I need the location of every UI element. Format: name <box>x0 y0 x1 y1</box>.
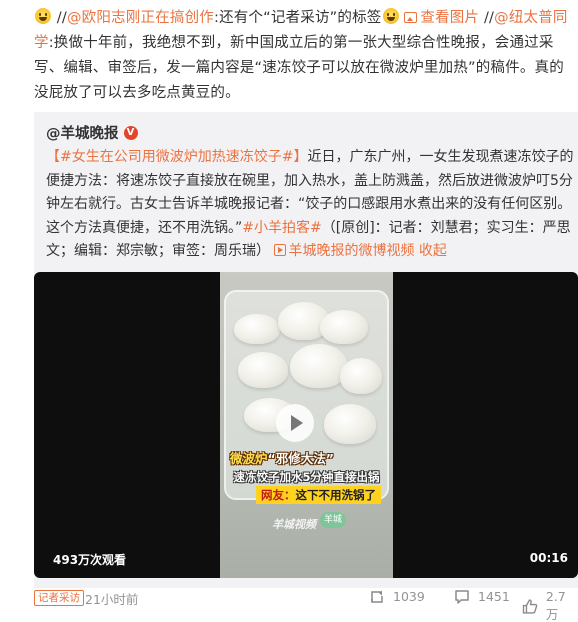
dumpling-shape <box>320 310 368 344</box>
post-time: 21小时前 <box>85 592 139 607</box>
dumpling-shape <box>290 344 348 388</box>
dumpling-shape <box>234 314 280 344</box>
verified-icon: V <box>123 125 138 140</box>
video-player[interactable]: 微波炉“邪修大法” 速冻饺子加水5分钟直接出锅 网友：这下不用洗锅了 羊城视频 … <box>34 272 578 578</box>
hashtag-microwave-dumplings[interactable]: 【#女生在公司用微波炉加热速冻饺子#】 <box>46 149 307 165</box>
original-post-text: 【#女生在公司用微波炉加热速冻饺子#】近日，广东广州，一女生发现煮速冻饺子的便捷… <box>46 149 574 259</box>
video-link-icon <box>274 244 287 256</box>
video-caption-comment: 网友：这下不用洗锅了 <box>256 486 381 504</box>
laugh-emoji-icon <box>35 8 51 24</box>
hashtag-xiaoyang[interactable]: #小羊拍客# <box>242 220 321 236</box>
video-caption-title: 微波炉“邪修大法” <box>230 451 334 466</box>
mention-user-1[interactable]: @欧阳志刚正在搞创作 <box>67 10 214 26</box>
original-post: @羊城晚报 V 【#女生在公司用微波炉加热速冻饺子#】近日，广东广州，一女生发现… <box>34 112 578 588</box>
comment-button[interactable]: 1451 <box>454 589 510 604</box>
repost-button[interactable]: 1039 <box>369 589 425 604</box>
post-footer: 记者采访 21小时前 1039 1451 2.7万 <box>34 586 578 622</box>
dumpling-shape <box>324 404 376 444</box>
like-button[interactable]: 2.7万 <box>522 589 578 622</box>
video-watermark: 羊城视频 <box>272 518 316 531</box>
source-tag-badge[interactable]: 记者采访 <box>34 590 84 606</box>
view-count: 493万次观看 <box>53 553 127 567</box>
image-icon <box>404 12 418 23</box>
grin-emoji-icon <box>382 8 399 24</box>
collapse-link[interactable]: 收起 <box>419 243 447 259</box>
video-watermark-logo: 羊城 <box>320 512 346 528</box>
like-icon <box>522 598 538 614</box>
repost-text: //@欧阳志刚正在搞创作:还有个“记者采访”的标签 查看图片 //@纽太普同学:… <box>34 8 568 101</box>
dumpling-shape <box>340 358 382 394</box>
original-author[interactable]: @羊城晚报 V <box>46 122 138 143</box>
repost-icon <box>371 590 383 603</box>
video-duration: 00:16 <box>529 551 568 565</box>
video-thumbnail: 微波炉“邪修大法” 速冻饺子加水5分钟直接出锅 网友：这下不用洗锅了 羊城视频 … <box>220 272 393 578</box>
video-caption-subtitle: 速冻饺子加水5分钟直接出锅 <box>233 470 380 484</box>
play-icon[interactable] <box>276 404 314 442</box>
dumpling-shape <box>238 352 288 388</box>
comment-icon <box>455 590 469 604</box>
video-source-link[interactable]: 羊城晚报的微博视频 <box>274 243 414 259</box>
view-image-link[interactable]: 查看图片 <box>404 10 479 26</box>
